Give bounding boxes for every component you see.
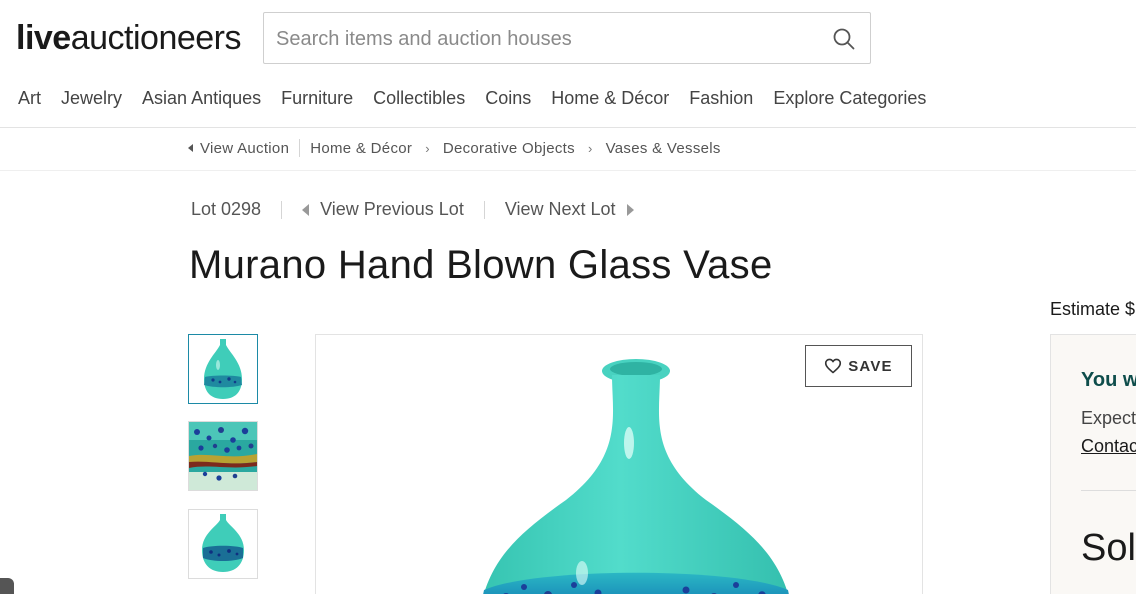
logo-light-text: auctioneers	[70, 19, 242, 57]
sold-label: Sol	[1081, 527, 1136, 569]
caret-right-icon	[626, 203, 634, 216]
breadcrumb-divider	[299, 139, 301, 157]
chevron-right-icon: ›	[425, 140, 430, 156]
nav-item-art[interactable]: Art	[18, 86, 41, 110]
heart-icon	[825, 358, 842, 374]
thumbnail-2[interactable]	[188, 421, 258, 491]
site-logo[interactable]: liveauctioneers	[16, 18, 242, 58]
nav-item-explore-categories[interactable]: Explore Categories	[773, 86, 926, 110]
breadcrumb-trail: View Auction Home & Décor › Decorative O…	[188, 139, 721, 157]
save-label: SAVE	[848, 357, 893, 375]
previous-lot-link[interactable]: View Previous Lot	[302, 199, 464, 220]
category-nav: Art Jewelry Asian Antiques Furniture Col…	[18, 86, 946, 110]
breadcrumb-vases-vessels[interactable]: Vases & Vessels	[606, 140, 721, 157]
chevron-right-icon: ›	[587, 140, 593, 156]
lot-number: Lot 0298	[191, 199, 262, 219]
breadcrumb-home-decor[interactable]: Home & Décor	[310, 140, 412, 157]
estimate-label: Estimate $	[1050, 299, 1136, 319]
chat-widget-tab[interactable]	[0, 578, 14, 594]
vase-detail-thumbnail-image	[189, 422, 257, 490]
vase-side-thumbnail-image	[189, 510, 257, 578]
nav-item-collectibles[interactable]: Collectibles	[373, 86, 465, 110]
lot-title: Murano Hand Blown Glass Vase	[189, 243, 773, 287]
card-heading: You w	[1081, 369, 1136, 391]
card-expect-text: Expect	[1081, 408, 1136, 428]
search-box	[263, 12, 871, 64]
previous-lot-label: View Previous Lot	[320, 199, 464, 219]
view-auction-link[interactable]: View Auction	[188, 140, 289, 157]
lot-navigation: Lot 0298 View Previous Lot View Next Lot	[191, 199, 634, 220]
search-input[interactable]	[276, 25, 816, 53]
logo-bold-text: live	[16, 19, 71, 57]
nav-item-coins[interactable]: Coins	[485, 86, 531, 110]
contact-link[interactable]: Contac	[1081, 436, 1136, 457]
search-icon[interactable]	[832, 27, 856, 51]
nav-item-asian-antiques[interactable]: Asian Antiques	[142, 86, 261, 110]
nav-item-fashion[interactable]: Fashion	[689, 86, 753, 110]
next-lot-label: View Next Lot	[504, 199, 616, 219]
caret-left-icon	[188, 144, 193, 152]
thumbnail-3[interactable]	[188, 509, 258, 579]
breadcrumb-decorative-objects[interactable]: Decorative Objects	[443, 140, 575, 157]
caret-left-icon	[302, 203, 310, 216]
lot-divider	[483, 200, 485, 219]
bidding-card: You w Expect Contac Sol	[1050, 334, 1136, 594]
vase-thumbnail-image	[189, 335, 257, 403]
next-lot-link[interactable]: View Next Lot	[505, 199, 634, 220]
nav-item-home-decor[interactable]: Home & Décor	[551, 86, 669, 110]
view-auction-label: View Auction	[200, 139, 290, 157]
thumbnail-1[interactable]	[188, 334, 258, 404]
lot-divider	[281, 200, 283, 219]
save-button[interactable]: SAVE	[805, 345, 912, 387]
nav-item-jewelry[interactable]: Jewelry	[61, 86, 122, 110]
card-divider	[1081, 490, 1136, 491]
nav-item-furniture[interactable]: Furniture	[281, 86, 353, 110]
site-header: liveauctioneers Art Jewelry Asian Antiqu…	[0, 0, 1136, 128]
breadcrumb: View Auction Home & Décor › Decorative O…	[0, 128, 1136, 171]
